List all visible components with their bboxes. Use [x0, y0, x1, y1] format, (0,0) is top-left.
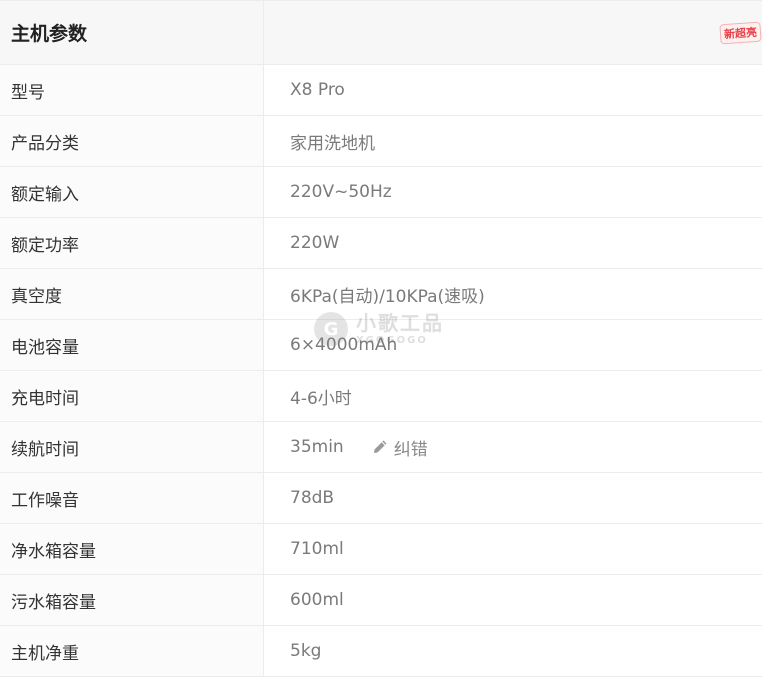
- spec-label: 主机净重: [0, 626, 264, 676]
- spec-label: 充电时间: [0, 371, 264, 421]
- table-row: 充电时间 4-6小时: [0, 371, 762, 422]
- spec-label: 额定输入: [0, 167, 264, 217]
- promo-badge[interactable]: 新超亮: [719, 21, 762, 45]
- spec-value: 5kg: [290, 641, 322, 661]
- spec-value: 4-6小时: [290, 388, 352, 409]
- spec-label: 污水箱容量: [0, 575, 264, 625]
- spec-value: 600ml: [290, 590, 344, 610]
- spec-value: 6KPa(自动)/10KPa(速吸): [290, 286, 485, 307]
- spec-label: 额定功率: [0, 218, 264, 268]
- spec-label: 工作噪音: [0, 473, 264, 523]
- spec-label: 净水箱容量: [0, 524, 264, 574]
- table-row: 额定功率 220W: [0, 218, 762, 269]
- pencil-icon: [373, 440, 387, 453]
- table-row: 电池容量 6×4000mAh: [0, 320, 762, 371]
- spec-label: 型号: [0, 65, 264, 115]
- spec-label: 真空度: [0, 269, 264, 319]
- spec-value: 35min: [290, 437, 344, 457]
- spec-value: 78dB: [290, 488, 335, 508]
- table-header-row: 主机参数 新超亮: [0, 1, 762, 65]
- table-row: 净水箱容量 710ml: [0, 524, 762, 575]
- table-row: 主机净重 5kg: [0, 626, 762, 677]
- spec-value: X8 Pro: [290, 80, 345, 100]
- spec-value-with-action: 35min 纠错: [264, 422, 762, 472]
- table-row: 产品分类 家用洗地机: [0, 116, 762, 167]
- table-row: 工作噪音 78dB: [0, 473, 762, 524]
- spec-value: 家用洗地机: [290, 133, 375, 154]
- spec-label: 续航时间: [0, 422, 264, 472]
- spec-label: 电池容量: [0, 320, 264, 370]
- section-title: 主机参数: [0, 1, 264, 64]
- report-error-link[interactable]: 纠错: [372, 435, 428, 460]
- spec-value: 6×4000mAh: [290, 335, 398, 355]
- spec-value: 220W: [290, 233, 340, 253]
- spec-value: 220V~50Hz: [290, 182, 392, 202]
- table-row: 污水箱容量 600ml: [0, 575, 762, 626]
- table-row: 真空度 6KPa(自动)/10KPa(速吸): [0, 269, 762, 320]
- spec-value: 710ml: [290, 539, 344, 559]
- spec-table: 主机参数 新超亮 型号 X8 Pro 产品分类 家用洗地机 额定输入 220V~…: [0, 0, 762, 677]
- header-value-cell: [264, 1, 762, 64]
- report-error-label: 纠错: [393, 439, 428, 460]
- table-row: 型号 X8 Pro: [0, 65, 762, 116]
- spec-label: 产品分类: [0, 116, 264, 166]
- table-row: 额定输入 220V~50Hz: [0, 167, 762, 218]
- table-row: 续航时间 35min 纠错: [0, 422, 762, 473]
